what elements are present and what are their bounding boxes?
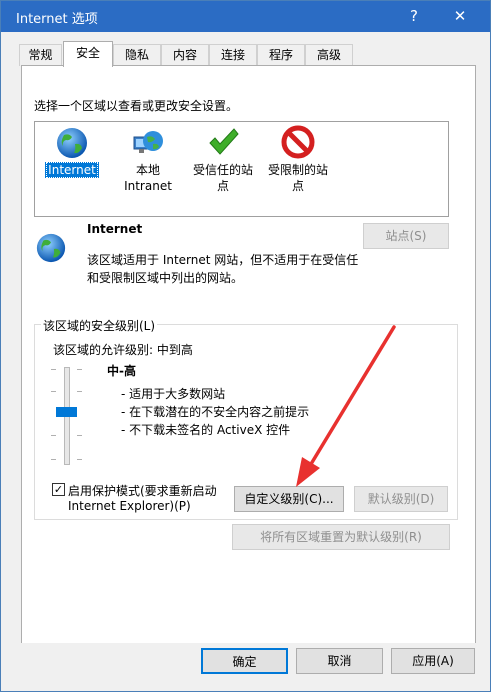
zone-description-line2: 和受限制区域中列出的网站。 [87,271,244,285]
protected-mode-label-line2[interactable]: Internet Explorer)(P) [68,499,191,513]
zone-restricted-sites-line1: 受限制的站 [267,163,328,177]
slider-tick [77,391,82,392]
title-bar[interactable]: Internet 选项 ? ✕ [1,1,490,32]
slider-tick [51,459,56,460]
tab-general[interactable]: 常规 [19,44,62,66]
reset-all-zones-button[interactable]: 将所有区域重置为默认级别(R) [232,524,450,550]
selected-zone-globe-icon [36,233,66,263]
tab-content[interactable]: 内容 [161,44,209,66]
tab-strip: 常规 安全 隐私 内容 连接 程序 高级 [1,41,490,67]
zones-list: Internet 本地 Intranet 受信任的站 点 受限制的站 点 [34,121,449,217]
zone-internet-label: Internet [45,162,99,178]
tab-advanced[interactable]: 高级 [305,44,353,66]
restricted-icon [281,125,315,159]
slider-tick [51,391,56,392]
zone-local-intranet-line2: Intranet [124,179,172,193]
protected-mode-checkbox[interactable]: ✓ [52,483,65,496]
dialog-footer: 确定 取消 应用(A) [1,643,490,691]
security-level-slider-thumb[interactable] [56,407,77,417]
tab-privacy[interactable]: 隐私 [113,44,161,66]
globe-icon [57,128,87,158]
slider-tick [51,435,56,436]
window-title: Internet 选项 [16,12,98,27]
tab-programs[interactable]: 程序 [257,44,305,66]
checkmark-icon [209,128,239,155]
cancel-button[interactable]: 取消 [296,648,383,674]
slider-tick [77,435,82,436]
slider-tick [77,369,82,370]
zone-description-line1: 该区域适用于 Internet 网站，但不适用于在受信任 [87,253,359,267]
slider-tick [77,459,82,460]
level-bullet-3: - 不下载未签名的 ActiveX 控件 [121,423,291,437]
slider-tick [51,369,56,370]
zone-trusted-sites-line2: 点 [216,179,229,193]
zone-local-intranet-line1: 本地 [135,163,160,177]
close-button[interactable]: ✕ [438,1,482,32]
internet-options-dialog: Internet 选项 ? ✕ 常规 安全 隐私 内容 连接 程序 高级 选择一… [0,0,491,692]
zone-instruction: 选择一个区域以查看或更改安全设置。 [34,99,239,113]
zone-trusted-sites-line1: 受信任的站 [192,163,253,177]
level-bullet-1: - 适用于大多数网站 [121,387,226,401]
protected-mode-label-line1[interactable]: 启用保护模式(要求重新启动 [68,482,217,499]
tab-connections[interactable]: 连接 [209,44,257,66]
help-button[interactable]: ? [392,1,436,32]
level-bullet-2: - 在下载潜在的不安全内容之前提示 [121,405,310,419]
zone-restricted-sites-line2: 点 [291,179,304,193]
red-arrow-annotation-icon [296,325,396,487]
security-level-group-label: 该区域的安全级别(L) [41,317,158,334]
allowed-levels-text: 该区域的允许级别: 中到高 [53,343,193,357]
tab-security[interactable]: 安全 [63,41,113,67]
security-level-name: 中-高 [107,364,136,378]
sites-button[interactable]: 站点(S) [363,223,449,249]
intranet-icon [133,131,163,153]
ok-button[interactable]: 确定 [201,648,288,674]
selected-zone-name: Internet [87,222,143,236]
apply-button[interactable]: 应用(A) [391,648,475,674]
